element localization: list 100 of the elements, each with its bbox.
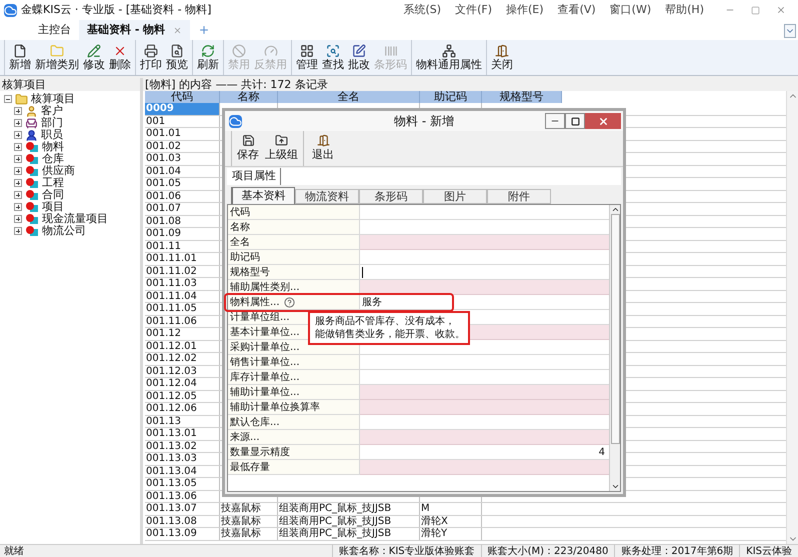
input-field[interactable] bbox=[360, 430, 609, 445]
table-cell: 001.06 bbox=[145, 190, 220, 202]
toolbar-button[interactable]: 上级组 bbox=[262, 131, 301, 166]
scrollbar[interactable] bbox=[609, 205, 620, 491]
table-cell: 001.11.02 bbox=[145, 266, 220, 277]
tab[interactable]: 基本资料 bbox=[231, 187, 295, 204]
table-cell: 001.11.06 bbox=[145, 316, 220, 327]
maximize-icon[interactable] bbox=[751, 6, 760, 14]
table-cell: 组装商用PC_鼠标_技JJSB bbox=[278, 503, 420, 514]
ball-and-box-icon bbox=[25, 201, 39, 213]
table-cell: 组装商用PC_鼠标_技JJSB bbox=[278, 516, 420, 527]
table-cell: 001.11.04 bbox=[145, 290, 220, 302]
expander-icon[interactable] bbox=[14, 119, 22, 127]
menu-item[interactable]: 系统(S) bbox=[398, 2, 446, 18]
ball-and-box-icon bbox=[25, 165, 39, 177]
menu-item[interactable]: 文件(F) bbox=[450, 2, 498, 18]
toolbar-button[interactable]: 保存 bbox=[234, 131, 262, 166]
expander-icon[interactable] bbox=[14, 167, 22, 175]
table-cell: 001.04 bbox=[145, 166, 220, 177]
expander-icon[interactable] bbox=[14, 227, 22, 235]
expander-icon[interactable] bbox=[14, 107, 22, 115]
property-label: 数量显示精度 bbox=[228, 445, 360, 460]
tab[interactable]: 图片 bbox=[423, 189, 487, 204]
table-cell: 001.12.03 bbox=[145, 366, 220, 377]
toolbar-button[interactable]: 物料通用属性 bbox=[414, 40, 484, 75]
close-button[interactable] bbox=[585, 113, 621, 129]
save-icon bbox=[242, 134, 254, 147]
expander-icon[interactable] bbox=[14, 179, 22, 187]
tab[interactable]: 附件 bbox=[487, 189, 551, 204]
menu-item[interactable]: 操作(E) bbox=[501, 2, 549, 18]
close-icon[interactable] bbox=[173, 26, 182, 34]
section-tab[interactable]: 项目属性 bbox=[232, 168, 281, 185]
dropdown-button[interactable] bbox=[784, 24, 796, 38]
expander-icon[interactable] bbox=[4, 95, 12, 103]
toolbar-button[interactable]: 删除 bbox=[107, 40, 133, 75]
maximize-button[interactable] bbox=[565, 113, 585, 129]
toolbar-button[interactable]: 管理 bbox=[294, 40, 320, 75]
column-header[interactable]: 规格型号 bbox=[482, 91, 562, 103]
toolbar-button[interactable]: 预览 bbox=[164, 40, 190, 75]
scroll-thumb[interactable] bbox=[610, 214, 620, 444]
toolbar-button[interactable]: 修改 bbox=[81, 40, 107, 75]
status-text: KIS云体验 bbox=[739, 544, 798, 557]
table-cell: 001.05 bbox=[145, 178, 220, 190]
scroll-down-icon[interactable] bbox=[610, 482, 620, 491]
layout-icon bbox=[300, 44, 314, 58]
toolbar-button[interactable]: 退出 bbox=[304, 131, 342, 166]
tab[interactable]: 基础资料 - 物料 bbox=[79, 20, 190, 40]
expander-icon[interactable] bbox=[14, 215, 22, 223]
table-cell: 001.13 bbox=[145, 416, 220, 427]
expander-icon[interactable] bbox=[14, 155, 22, 163]
gauge-icon bbox=[264, 44, 278, 58]
table-cell: 001.03 bbox=[145, 153, 220, 164]
property-label: 物料属性... bbox=[228, 295, 360, 310]
close-icon[interactable] bbox=[776, 5, 786, 15]
input-field[interactable] bbox=[360, 400, 609, 415]
add-tab-icon[interactable] bbox=[198, 24, 210, 36]
pencil-icon bbox=[87, 44, 101, 58]
table-cell: 001.13.06 bbox=[145, 490, 220, 502]
tab[interactable]: 条形码 bbox=[359, 189, 423, 204]
column-header[interactable]: 全名 bbox=[278, 91, 420, 103]
table-cell: 001.13.01 bbox=[145, 428, 220, 440]
table-cell: 技嘉鼠标 bbox=[220, 528, 278, 540]
menu-item[interactable]: 窗口(W) bbox=[604, 2, 656, 18]
tree-item[interactable]: 物流公司 bbox=[42, 222, 86, 240]
folder-icon bbox=[15, 92, 28, 106]
expander-icon[interactable] bbox=[14, 203, 22, 211]
menu-item[interactable]: 帮助(H) bbox=[660, 2, 709, 18]
expander-icon[interactable] bbox=[14, 191, 22, 199]
toolbar-button[interactable]: 查找 bbox=[320, 40, 346, 75]
expander-icon[interactable] bbox=[14, 143, 22, 151]
status-text: 账套大小(M)：223/20480 bbox=[480, 544, 614, 557]
folder-up-icon bbox=[275, 134, 288, 147]
toolbar-button[interactable]: 关闭 bbox=[489, 40, 515, 75]
input-field[interactable] bbox=[360, 460, 609, 475]
toolbar-button[interactable]: 新增 bbox=[7, 40, 33, 75]
input-field[interactable] bbox=[360, 235, 609, 250]
scroll-up-icon[interactable] bbox=[610, 205, 620, 214]
column-header[interactable]: 代码 bbox=[145, 91, 220, 103]
property-label: 代码 bbox=[228, 205, 360, 220]
toolbar-button[interactable]: 批改 bbox=[346, 40, 372, 75]
table-caption: [物料] 的内容 —— 共计: 172 条记录 bbox=[143, 78, 798, 91]
menu-item[interactable]: 查看(V) bbox=[552, 2, 601, 18]
input-field[interactable] bbox=[360, 265, 609, 280]
property-label: 库存计量单位... bbox=[228, 370, 360, 385]
help-icon[interactable] bbox=[284, 296, 295, 308]
column-header[interactable]: 名称 bbox=[220, 91, 278, 103]
input-field[interactable] bbox=[360, 385, 609, 400]
toolbar-button[interactable]: 刷新 bbox=[195, 40, 221, 75]
table-cell: 001.11 bbox=[145, 240, 220, 252]
toolbar-button[interactable]: 打印 bbox=[138, 40, 164, 75]
table-cell: 001.01 bbox=[145, 128, 220, 140]
expander-icon[interactable] bbox=[14, 131, 22, 139]
table-cell: M bbox=[420, 503, 482, 514]
toolbar-button[interactable]: 新增类别 bbox=[33, 40, 81, 75]
window-title: 金蝶KIS云 · 专业版 - [基础资料 - 物料] bbox=[21, 2, 212, 18]
table-cell: 001.13.02 bbox=[145, 440, 220, 452]
input-field[interactable] bbox=[360, 280, 609, 295]
column-header[interactable]: 助记码 bbox=[420, 91, 482, 103]
table-cell: 001.12.04 bbox=[145, 378, 220, 390]
tab[interactable]: 物流资料 bbox=[295, 189, 359, 204]
